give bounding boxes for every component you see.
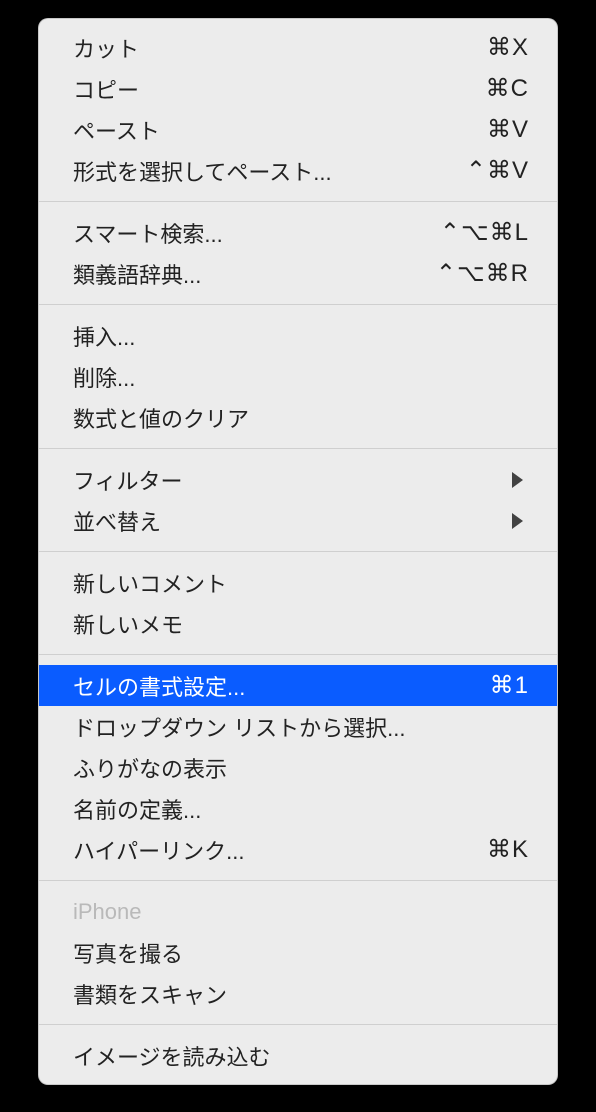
menu-item-hyperlink[interactable]: ハイパーリンク... ⌘K — [39, 829, 557, 870]
menu-item-label: スマート検索... — [73, 217, 223, 249]
menu-item-copy[interactable]: コピー ⌘C — [39, 68, 557, 109]
menu-item-filter[interactable]: フィルター — [39, 459, 557, 500]
menu-item-label: セルの書式設定... — [73, 670, 245, 702]
menu-item-insert[interactable]: 挿入... — [39, 315, 557, 356]
menu-item-label: ペースト — [73, 114, 160, 146]
submenu-arrow-icon — [512, 513, 523, 529]
menu-separator — [39, 1024, 557, 1025]
menu-item-label: 並べ替え — [73, 505, 161, 537]
menu-item-label: ドロップダウン リストから選択... — [73, 711, 405, 743]
menu-separator — [39, 201, 557, 202]
menu-separator — [39, 880, 557, 881]
menu-item-label: 類義語辞典... — [73, 258, 201, 290]
menu-item-define-name[interactable]: 名前の定義... — [39, 788, 557, 829]
menu-item-shortcut: ⌃⌥⌘L — [440, 218, 529, 247]
menu-item-shortcut: ⌘X — [487, 33, 529, 62]
menu-item-label: 新しいコメント — [73, 567, 227, 599]
menu-item-take-photo[interactable]: 写真を撮る — [39, 932, 557, 973]
menu-item-label: 写真を撮る — [73, 937, 183, 969]
menu-item-delete[interactable]: 削除... — [39, 356, 557, 397]
menu-item-format-cells[interactable]: セルの書式設定... ⌘1 — [39, 665, 557, 706]
menu-item-label: フィルター — [73, 464, 183, 496]
menu-item-scan-documents[interactable]: 書類をスキャン — [39, 973, 557, 1014]
menu-item-label: 書類をスキャン — [73, 978, 227, 1010]
menu-item-paste[interactable]: ペースト ⌘V — [39, 109, 557, 150]
menu-item-shortcut: ⌘V — [487, 115, 529, 144]
menu-item-shortcut: ⌃⌥⌘R — [436, 259, 529, 288]
menu-item-label: 削除... — [73, 361, 135, 393]
context-menu: カット ⌘X コピー ⌘C ペースト ⌘V 形式を選択してペースト... ⌃⌘V スマート検索.… — [38, 18, 558, 1085]
menu-item-label: iPhone — [73, 899, 142, 925]
menu-item-show-phonetic[interactable]: ふりがなの表示 — [39, 747, 557, 788]
menu-item-clear-contents[interactable]: 数式と値のクリア — [39, 397, 557, 438]
menu-item-thesaurus[interactable]: 類義語辞典... ⌃⌥⌘R — [39, 253, 557, 294]
menu-separator — [39, 551, 557, 552]
menu-item-label: 挿入... — [73, 320, 135, 352]
menu-item-sort[interactable]: 並べ替え — [39, 500, 557, 541]
menu-item-label: イメージを読み込む — [73, 1040, 271, 1072]
menu-item-smart-lookup[interactable]: スマート検索... ⌃⌥⌘L — [39, 212, 557, 253]
menu-separator — [39, 304, 557, 305]
submenu-arrow-icon — [512, 472, 523, 488]
menu-item-label: 数式と値のクリア — [73, 402, 249, 434]
menu-separator — [39, 448, 557, 449]
menu-item-iphone-header: iPhone — [39, 891, 557, 932]
menu-separator — [39, 654, 557, 655]
menu-item-new-note[interactable]: 新しいメモ — [39, 603, 557, 644]
menu-item-label: 形式を選択してペースト... — [73, 155, 332, 187]
menu-item-paste-special[interactable]: 形式を選択してペースト... ⌃⌘V — [39, 150, 557, 191]
menu-item-shortcut: ⌘1 — [490, 671, 529, 700]
menu-item-shortcut: ⌘K — [487, 835, 529, 864]
menu-item-new-comment[interactable]: 新しいコメント — [39, 562, 557, 603]
menu-item-label: ハイパーリンク... — [73, 834, 244, 866]
menu-item-label: 新しいメモ — [73, 608, 183, 640]
menu-item-import-image[interactable]: イメージを読み込む — [39, 1035, 557, 1076]
menu-item-cut[interactable]: カット ⌘X — [39, 27, 557, 68]
menu-item-label: 名前の定義... — [73, 793, 201, 825]
menu-item-label: カット — [73, 32, 139, 64]
menu-item-shortcut: ⌘C — [486, 74, 529, 103]
menu-item-pick-from-dropdown[interactable]: ドロップダウン リストから選択... — [39, 706, 557, 747]
menu-item-shortcut: ⌃⌘V — [466, 156, 529, 185]
menu-item-label: コピー — [73, 73, 139, 105]
menu-item-label: ふりがなの表示 — [73, 752, 227, 784]
